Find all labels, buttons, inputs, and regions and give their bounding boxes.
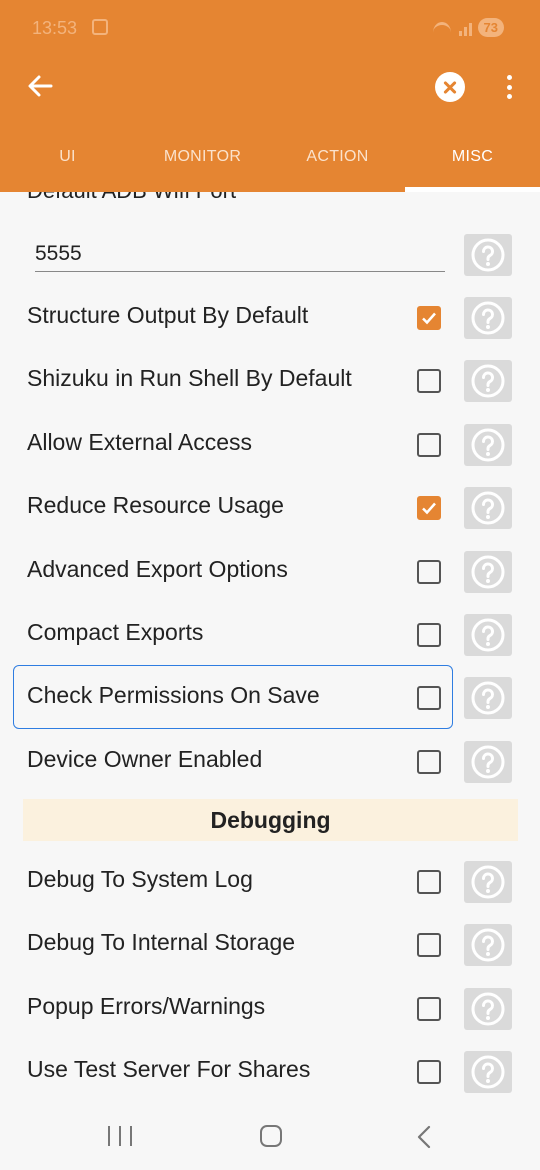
setting-row[interactable]: Debug To Internal Storage <box>0 913 540 977</box>
setting-label: Allow External Access <box>27 429 252 455</box>
help-icon <box>471 238 505 272</box>
setting-label: Check Permissions On Save <box>27 682 320 708</box>
help-button[interactable] <box>464 924 512 966</box>
system-nav-bar <box>0 1100 540 1170</box>
help-icon <box>471 745 505 779</box>
battery-indicator: 73 <box>477 18 504 37</box>
setting-checkbox[interactable] <box>417 750 441 774</box>
signal-icon <box>458 20 472 36</box>
setting-label: Debug To System Log <box>27 866 253 892</box>
setting-row[interactable]: Compact Exports <box>0 603 540 667</box>
setting-label: Popup Errors/Warnings <box>27 993 266 1019</box>
adb-port-row: 5555 <box>0 234 540 278</box>
setting-checkbox[interactable] <box>417 306 441 330</box>
help-icon <box>471 865 505 899</box>
setting-label: Debug To Internal Storage <box>27 929 296 955</box>
help-icon <box>471 555 505 589</box>
setting-checkbox[interactable] <box>417 560 441 584</box>
setting-row[interactable]: Popup Errors/Warnings <box>0 977 540 1041</box>
help-button[interactable] <box>464 677 512 719</box>
setting-row[interactable]: Shizuku in Run Shell By Default <box>0 349 540 413</box>
tab-ui[interactable]: UI <box>0 138 135 192</box>
home-icon[interactable] <box>260 1125 282 1147</box>
help-icon <box>471 681 505 715</box>
help-button[interactable] <box>464 1051 512 1093</box>
setting-row[interactable]: Allow External Access <box>0 413 540 477</box>
setting-row[interactable]: Device Owner Enabled <box>0 730 540 794</box>
app-header: 13:53 73 UI MONITOR ACTION MISC <box>0 0 540 192</box>
setting-row[interactable]: Advanced Export Options <box>0 540 540 604</box>
setting-row[interactable]: Structure Output By Default <box>0 286 540 350</box>
help-button[interactable] <box>464 614 512 656</box>
help-icon <box>471 1055 505 1089</box>
recents-icon[interactable] <box>108 1126 132 1146</box>
setting-checkbox[interactable] <box>417 997 441 1021</box>
help-icon <box>471 491 505 525</box>
adb-port-input[interactable]: 5555 <box>35 240 445 272</box>
status-icons: 73 <box>431 18 504 37</box>
setting-label: Device Owner Enabled <box>27 746 263 772</box>
setting-checkbox[interactable] <box>417 433 441 457</box>
status-bar: 13:53 73 <box>0 0 540 58</box>
help-icon <box>471 364 505 398</box>
setting-label: Advanced Export Options <box>27 556 288 582</box>
setting-checkbox[interactable] <box>417 686 441 710</box>
tab-monitor[interactable]: MONITOR <box>135 138 270 192</box>
section-header-debugging: Debugging <box>23 799 518 841</box>
setting-row[interactable]: Check Permissions On Save <box>0 666 540 730</box>
checkmark-icon <box>422 502 436 515</box>
back-arrow-icon[interactable] <box>24 70 56 102</box>
help-button[interactable] <box>464 234 512 276</box>
overflow-menu-icon[interactable] <box>500 72 518 102</box>
setting-label: Use Test Server For Shares <box>27 1056 311 1082</box>
help-button[interactable] <box>464 297 512 339</box>
help-icon <box>471 992 505 1026</box>
help-button[interactable] <box>464 487 512 529</box>
help-button[interactable] <box>464 360 512 402</box>
help-button[interactable] <box>464 551 512 593</box>
setting-checkbox[interactable] <box>417 496 441 520</box>
setting-checkbox[interactable] <box>417 369 441 393</box>
setting-label: Structure Output By Default <box>27 302 309 328</box>
nav-back-icon[interactable] <box>414 1125 434 1149</box>
help-icon <box>471 618 505 652</box>
help-icon <box>471 428 505 462</box>
setting-label: Reduce Resource Usage <box>27 492 284 518</box>
setting-label: Shizuku in Run Shell By Default <box>27 365 352 391</box>
setting-row[interactable]: Debug To System Log <box>0 850 540 914</box>
setting-checkbox[interactable] <box>417 623 441 647</box>
setting-checkbox[interactable] <box>417 870 441 894</box>
checkmark-icon <box>422 312 436 325</box>
tab-bar: UI MONITOR ACTION MISC <box>0 138 540 192</box>
screenshot-indicator-icon <box>92 19 108 35</box>
help-button[interactable] <box>464 741 512 783</box>
app-bar <box>0 58 540 114</box>
help-icon <box>471 928 505 962</box>
help-icon <box>471 301 505 335</box>
adb-port-label: Default ADB Wifi Port <box>27 192 236 204</box>
setting-checkbox[interactable] <box>417 1060 441 1084</box>
setting-label: Compact Exports <box>27 619 204 645</box>
status-time: 13:53 <box>32 18 78 38</box>
wifi-icon <box>431 20 453 36</box>
help-button[interactable] <box>464 424 512 466</box>
help-button[interactable] <box>464 988 512 1030</box>
setting-row[interactable]: Use Test Server For Shares <box>0 1040 540 1100</box>
setting-row[interactable]: Reduce Resource Usage <box>0 476 540 540</box>
help-button[interactable] <box>464 861 512 903</box>
close-icon[interactable] <box>435 72 465 102</box>
settings-list[interactable]: Default ADB Wifi Port 5555 Structure Out… <box>0 192 540 1100</box>
tab-action[interactable]: ACTION <box>270 138 405 192</box>
tab-misc[interactable]: MISC <box>405 138 540 192</box>
setting-checkbox[interactable] <box>417 933 441 957</box>
